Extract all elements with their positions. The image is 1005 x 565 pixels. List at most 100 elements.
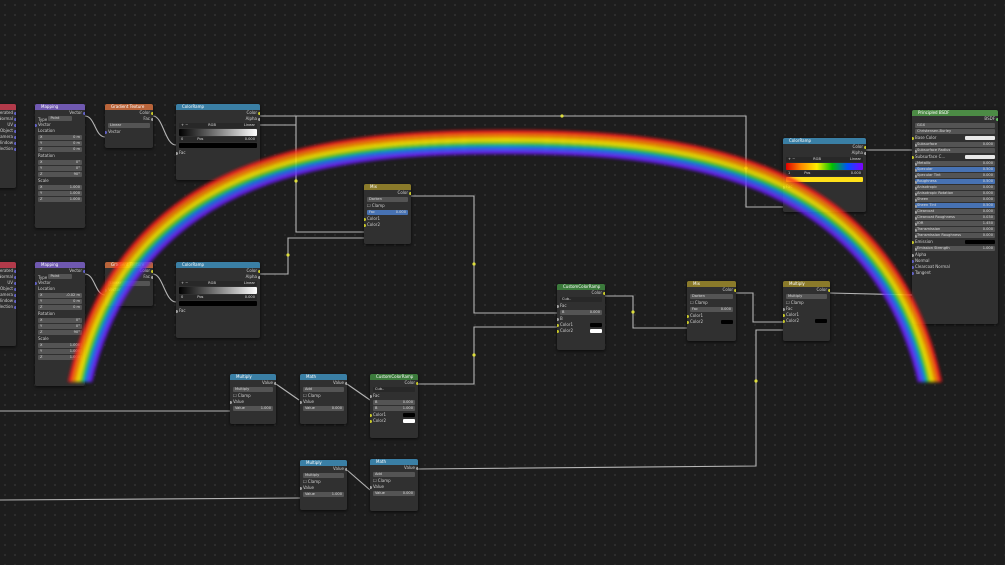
value-field[interactable]: Value 0.000 bbox=[303, 406, 344, 411]
colorramp-node-bottom[interactable]: ColorRamp Color Alpha + − RGB Linear 0 Pos 0… bbox=[176, 262, 260, 338]
ramp-mode-bar[interactable]: + − RGB Linear bbox=[786, 157, 863, 162]
ramp-stop-color[interactable] bbox=[179, 143, 257, 148]
output-socket[interactable] bbox=[14, 281, 16, 285]
output-socket[interactable] bbox=[14, 135, 16, 139]
type-dropdown[interactable]: Point bbox=[48, 116, 73, 121]
operation-dropdown[interactable]: Multiply bbox=[303, 473, 344, 478]
input-socket[interactable] bbox=[915, 216, 917, 220]
mapping-node-top[interactable]: Mapping Vector Type Point Vector Locatio… bbox=[35, 104, 85, 228]
input-socket[interactable] bbox=[915, 143, 917, 147]
scale-y[interactable]: Y 1.000 bbox=[38, 349, 82, 354]
b-value[interactable]: B 0.000 bbox=[373, 400, 415, 405]
principled-input-row[interactable]: Sheen Tint 0.500 bbox=[915, 203, 995, 208]
input-socket[interactable] bbox=[915, 186, 917, 190]
input-socket[interactable] bbox=[915, 198, 917, 202]
loc-z[interactable]: Z0 m bbox=[38, 305, 82, 310]
principled-input-row[interactable]: Emission bbox=[912, 239, 998, 245]
input-socket[interactable] bbox=[915, 180, 917, 184]
principled-input-row[interactable]: Subsurface Radius bbox=[915, 148, 995, 153]
principled-bsdf-node[interactable]: Principled BSDF BSDF GGX Christensen-Bur… bbox=[912, 110, 998, 324]
principled-input-row[interactable]: Metallic 0.000 bbox=[915, 161, 995, 166]
principled-input-row[interactable]: Sheen 0.000 bbox=[915, 197, 995, 202]
input-socket[interactable] bbox=[912, 265, 914, 269]
output-socket[interactable] bbox=[14, 299, 16, 303]
output-socket[interactable] bbox=[14, 111, 16, 115]
scale-x[interactable]: X 1.000 bbox=[38, 185, 82, 190]
input-socket[interactable] bbox=[915, 222, 917, 226]
input-socket[interactable] bbox=[912, 271, 914, 275]
input-socket[interactable] bbox=[912, 240, 914, 244]
blend-dropdown[interactable]: Darken bbox=[367, 197, 408, 202]
principled-input-row[interactable]: Tangent bbox=[912, 270, 998, 276]
input-socket[interactable] bbox=[915, 247, 917, 251]
loc-y[interactable]: Y0 m bbox=[38, 141, 82, 146]
node-editor-canvas[interactable]: GeneratedNormalUVObjectCameraWindowRefle… bbox=[0, 0, 1005, 565]
output-socket[interactable] bbox=[14, 117, 16, 121]
rot-z[interactable]: Z 90° bbox=[38, 330, 82, 335]
colorramp-node-top[interactable]: ColorRamp Color Alpha + − RGB Linear 0 Pos 0… bbox=[176, 104, 260, 180]
input-socket[interactable] bbox=[915, 228, 917, 232]
fac-slider[interactable]: Fac 0.000 bbox=[690, 307, 733, 312]
input-socket[interactable] bbox=[912, 259, 914, 263]
group-selector[interactable]: Cub.. bbox=[373, 387, 415, 392]
principled-input-row[interactable]: Transmission 0.000 bbox=[915, 227, 995, 232]
blend-dropdown[interactable]: Multiply bbox=[786, 294, 827, 299]
output-socket[interactable] bbox=[14, 293, 16, 297]
color-ramp-gradient[interactable] bbox=[179, 129, 257, 136]
clamp-checkbox[interactable]: ☐ Clamp bbox=[687, 300, 736, 306]
gradient-type-dropdown[interactable]: Linear bbox=[108, 281, 150, 286]
principled-input-row[interactable]: Specular Tint 0.000 bbox=[915, 173, 995, 178]
scale-z[interactable]: Z 1.000 bbox=[38, 197, 82, 202]
principled-input-row[interactable]: Base Color bbox=[912, 135, 998, 141]
group-selector[interactable]: Cub.. bbox=[560, 297, 602, 302]
mix-node-2[interactable]: Mix Color Darken ☐ Clamp Fac 0.000 Color1… bbox=[687, 281, 736, 341]
mapping-node-bottom[interactable]: Mapping Vector Type Point Vector Locatio… bbox=[35, 262, 85, 386]
principled-input-row[interactable]: Anisotropic Rotation 0.000 bbox=[915, 191, 995, 196]
input-socket[interactable] bbox=[912, 136, 914, 140]
input-socket[interactable] bbox=[912, 155, 914, 159]
principled-input-row[interactable]: Subsurface C... bbox=[912, 154, 998, 160]
principled-input-row[interactable]: Roughness 0.500 bbox=[915, 179, 995, 184]
gradient-type-dropdown[interactable]: Linear bbox=[108, 123, 150, 128]
color-swatch[interactable] bbox=[965, 136, 995, 140]
scale-y[interactable]: Y 1.000 bbox=[38, 191, 82, 196]
ramp-position-row[interactable]: 0 Pos 0.000 bbox=[179, 295, 257, 300]
ramp-position-row[interactable]: 1 Pos 0.000 bbox=[786, 171, 863, 176]
blend-dropdown[interactable]: Darken bbox=[690, 294, 733, 299]
input-socket[interactable] bbox=[915, 192, 917, 196]
loc-x[interactable]: X0 m bbox=[38, 135, 82, 140]
value-field[interactable]: Value 0.000 bbox=[373, 491, 415, 496]
input-socket[interactable] bbox=[915, 168, 917, 172]
input-socket[interactable] bbox=[915, 174, 917, 178]
sss-method-dropdown[interactable]: Christensen-Burley bbox=[915, 129, 995, 134]
ramp-mode-bar[interactable]: + − RGB Linear bbox=[179, 281, 257, 286]
texture-coordinate-node-bottom[interactable]: GeneratedNormalUVObjectCameraWindowRefle… bbox=[0, 262, 16, 346]
loc-y[interactable]: Y0 m bbox=[38, 299, 82, 304]
multiply-math-node-2[interactable]: Multiply Value Multiply ☐ Clamp Value Va… bbox=[300, 460, 347, 510]
customcolorramp-node[interactable]: CustomColorRamp Color Cub.. Fac B 0.000 B… bbox=[557, 284, 605, 350]
operation-dropdown[interactable]: Multiply bbox=[233, 387, 273, 392]
ramp-position-row[interactable]: 0 Pos 0.000 bbox=[179, 137, 257, 142]
distribution-dropdown[interactable]: GGX bbox=[915, 123, 995, 128]
output-socket[interactable] bbox=[14, 305, 16, 309]
color-ramp-gradient[interactable] bbox=[179, 287, 257, 294]
input-socket[interactable] bbox=[912, 253, 914, 257]
input-socket[interactable] bbox=[915, 162, 917, 166]
add-math-node-1[interactable]: Math Value Add ☐ Clamp Value Value 0.000 bbox=[300, 374, 347, 424]
loc-x[interactable]: X -0.02 m bbox=[38, 293, 82, 298]
rot-z[interactable]: Z 90° bbox=[38, 172, 82, 177]
type-dropdown[interactable]: Point bbox=[48, 274, 73, 279]
principled-input-row[interactable]: IOR 1.450 bbox=[915, 221, 995, 226]
principled-input-row[interactable]: Anisotropic 0.000 bbox=[915, 185, 995, 190]
value-field[interactable]: Value 1.000 bbox=[303, 492, 344, 497]
loc-z[interactable]: Z0 m bbox=[38, 147, 82, 152]
principled-input-row[interactable]: Transmission Roughness 0.000 bbox=[915, 233, 995, 238]
output-socket[interactable] bbox=[14, 287, 16, 291]
principled-input-row[interactable]: Clearcoat 0.000 bbox=[915, 209, 995, 214]
value-field[interactable]: Value 1.000 bbox=[233, 406, 273, 411]
colorramp-node-rainbow[interactable]: ColorRamp Color Alpha + − RGB Linear 1 Pos 0… bbox=[783, 138, 866, 212]
gradient-texture-node-top[interactable]: Gradient Texture Color Fac Linear Vector bbox=[105, 104, 153, 148]
principled-input-row[interactable]: Clearcoat Roughness 0.030 bbox=[915, 215, 995, 220]
scale-x[interactable]: X 1.000 bbox=[38, 343, 82, 348]
output-socket[interactable] bbox=[14, 275, 16, 279]
